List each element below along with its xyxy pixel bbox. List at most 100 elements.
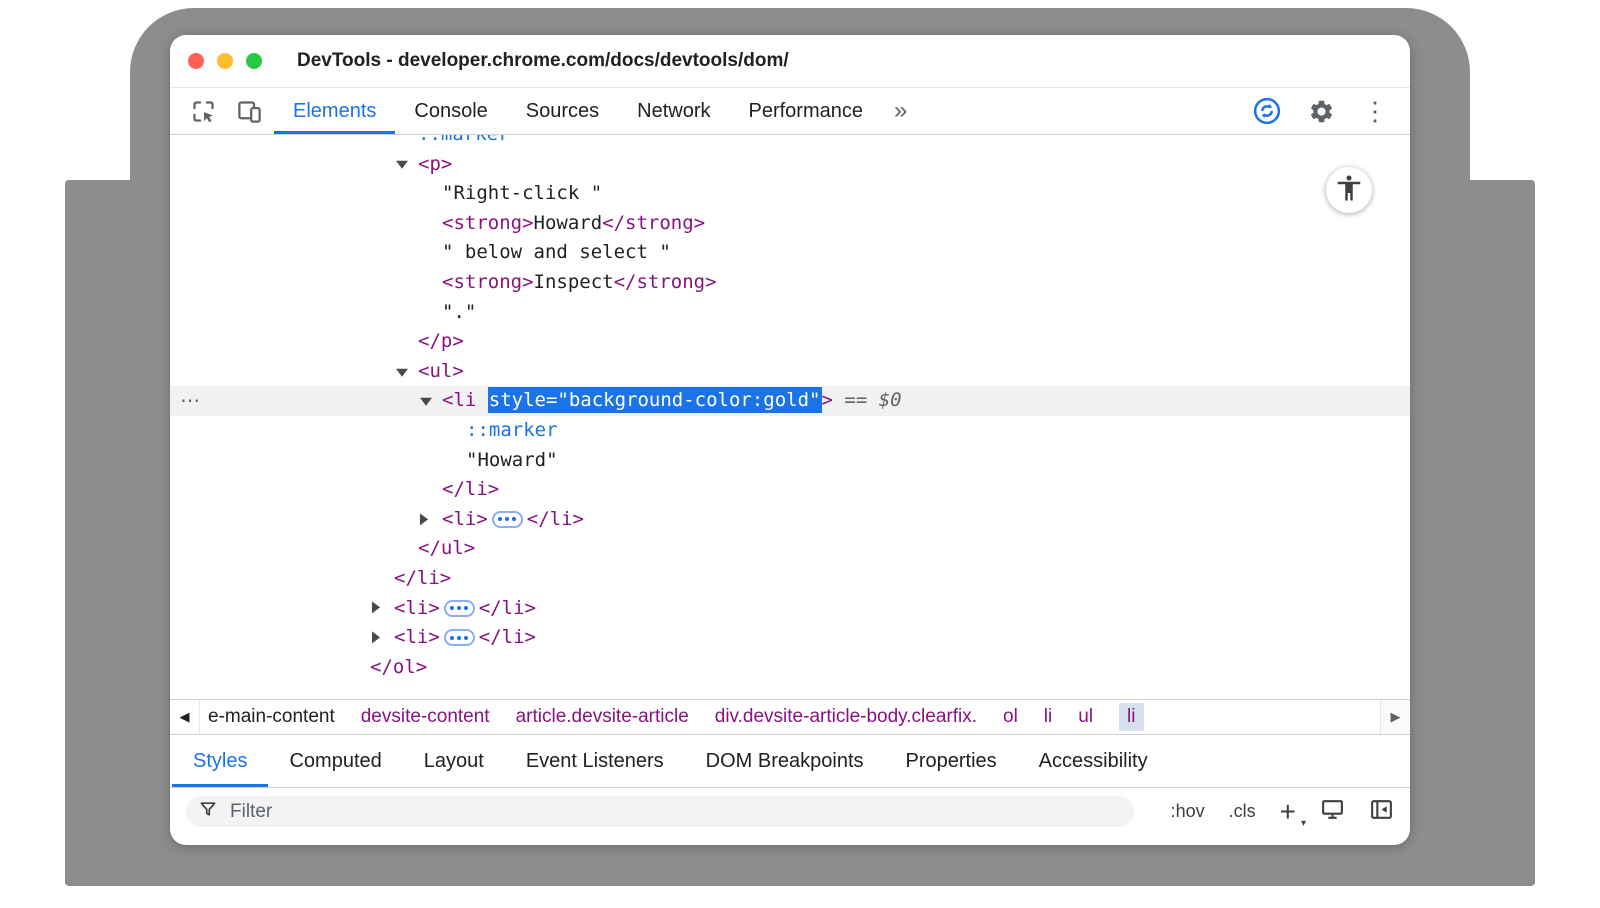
breadcrumb-items: e-main-content devsite-content article.dev…	[200, 703, 1380, 731]
breadcrumb-item[interactable]: devsite-content	[361, 706, 490, 728]
device-toolbar-icon[interactable]	[232, 94, 266, 128]
dom-line[interactable]: </p>	[170, 327, 1410, 357]
dom-token-dim: ==	[833, 389, 879, 411]
breadcrumb: ◀ e-main-content devsite-content article.d…	[170, 699, 1410, 735]
settings-gear-icon[interactable]	[1304, 94, 1338, 128]
row-overflow-icon[interactable]: ⋯	[180, 386, 200, 416]
dom-token-text: Inspect	[534, 271, 614, 293]
styles-tab-event-listeners[interactable]: Event Listeners	[505, 735, 685, 787]
dom-token-text: "Howard"	[466, 449, 558, 471]
styles-filter-pill[interactable]	[186, 796, 1134, 827]
new-style-rule-button[interactable]: +▾	[1280, 798, 1296, 826]
dom-token-tag: </ol>	[370, 656, 427, 678]
dom-token-tag: <strong>	[442, 212, 534, 234]
dom-line[interactable]: "Howard"	[170, 446, 1410, 476]
panel-tabs: ElementsConsoleSourcesNetworkPerformance	[274, 88, 882, 134]
dom-line[interactable]: <strong>Howard</strong>	[170, 209, 1410, 239]
dom-line-selected[interactable]: ⋯<li style="background-color:gold"> == $…	[170, 386, 1410, 416]
breadcrumb-item-selected[interactable]: li	[1119, 703, 1143, 731]
tab-elements[interactable]: Elements	[274, 88, 395, 134]
expand-arrow-open-icon[interactable]	[396, 368, 408, 376]
dom-line[interactable]: <li> </li>	[170, 505, 1410, 535]
breadcrumb-item[interactable]: ul	[1078, 706, 1093, 728]
styles-tab-computed[interactable]: Computed	[268, 735, 402, 787]
styles-tab-properties[interactable]: Properties	[885, 735, 1018, 787]
dom-line[interactable]: "Right-click "	[170, 179, 1410, 209]
dom-line[interactable]: <li> </li>	[170, 623, 1410, 653]
dom-token-text: "Right-click "	[442, 182, 602, 204]
dom-line[interactable]: ::marker	[170, 135, 1410, 150]
dom-token-tag: <p>	[418, 153, 452, 175]
tab-sources[interactable]: Sources	[507, 88, 618, 134]
inline-expand-button[interactable]	[444, 600, 475, 617]
dom-token-tag: <ul>	[418, 360, 464, 382]
dom-token-tag: >	[822, 389, 833, 411]
styles-tab-dom-breakpoints[interactable]: DOM Breakpoints	[685, 735, 885, 787]
styles-tab-styles[interactable]: Styles	[172, 735, 268, 787]
filter-funnel-icon	[198, 799, 218, 824]
dom-token-tag: </ul>	[418, 537, 475, 559]
toggle-hover-state-button[interactable]: :hov	[1171, 801, 1205, 822]
inline-expand-button[interactable]	[492, 511, 523, 528]
breadcrumb-item[interactable]: li	[1044, 706, 1052, 728]
sidebar-toggle-icon[interactable]	[1369, 797, 1394, 827]
dom-line[interactable]: " below and select "	[170, 238, 1410, 268]
dom-line[interactable]: </li>	[170, 564, 1410, 594]
styles-filter-input[interactable]	[228, 800, 1122, 824]
zoom-button[interactable]	[246, 53, 262, 69]
close-button[interactable]	[188, 53, 204, 69]
dom-token-flag: $0	[879, 389, 902, 411]
more-tabs-icon[interactable]: »	[882, 88, 919, 134]
breadcrumb-item[interactable]: ol	[1003, 706, 1018, 728]
dom-line[interactable]: <li></li>	[170, 594, 1410, 624]
kebab-menu-icon[interactable]: ⋮	[1358, 94, 1392, 128]
toolbar-left-icons	[170, 88, 274, 134]
breadcrumb-item[interactable]: article.devsite-article	[516, 706, 689, 728]
toggle-classes-button[interactable]: .cls	[1229, 801, 1256, 822]
breadcrumb-item[interactable]: e-main-content	[208, 706, 335, 728]
dom-line[interactable]: </li>	[170, 475, 1410, 505]
styles-tab-layout[interactable]: Layout	[403, 735, 505, 787]
dom-token-pseudo: ::marker	[418, 135, 510, 145]
devtools-toolbar: ElementsConsoleSourcesNetworkPerformance…	[170, 88, 1410, 135]
dom-token-tag: <li>	[442, 508, 488, 530]
expand-arrow-closed-icon[interactable]	[372, 602, 380, 614]
dom-token-tag: <li>	[394, 626, 440, 648]
dom-line[interactable]: "."	[170, 298, 1410, 328]
dom-line[interactable]: ::marker	[170, 416, 1410, 446]
minimize-button[interactable]	[217, 53, 233, 69]
expand-arrow-open-icon[interactable]	[396, 161, 408, 169]
dom-token-tag: </strong>	[602, 212, 705, 234]
styles-pane-tabs: StylesComputedLayoutEvent ListenersDOM B…	[170, 735, 1410, 788]
dom-line[interactable]: <strong>Inspect</strong>	[170, 268, 1410, 298]
expand-arrow-closed-icon[interactable]	[372, 631, 380, 643]
titlebar: DevTools - developer.chrome.com/docs/dev…	[170, 35, 1410, 88]
dom-token-tag: </li>	[394, 567, 451, 589]
dom-token-sel: style="background-color:gold"	[488, 387, 822, 413]
tab-performance[interactable]: Performance	[730, 88, 883, 134]
styles-filter-controls: :hov .cls +▾	[1171, 797, 1394, 827]
dom-line[interactable]: </ol>	[170, 653, 1410, 683]
styles-tab-accessibility[interactable]: Accessibility	[1018, 735, 1169, 787]
dom-token-tag: </li>	[479, 626, 536, 648]
tab-network[interactable]: Network	[618, 88, 729, 134]
accessibility-fab[interactable]	[1326, 167, 1372, 213]
tab-console[interactable]: Console	[395, 88, 506, 134]
breadcrumb-item[interactable]: div.devsite-article-body.clearfix.	[715, 706, 977, 728]
dom-line[interactable]: </ul>	[170, 534, 1410, 564]
expand-arrow-open-icon[interactable]	[420, 398, 432, 406]
inline-expand-button[interactable]	[444, 629, 475, 646]
dom-token-tag: </li>	[442, 478, 499, 500]
dom-line[interactable]: <ul>	[170, 357, 1410, 387]
sync-icon[interactable]	[1250, 94, 1284, 128]
window-title: DevTools - developer.chrome.com/docs/dev…	[297, 50, 789, 72]
expand-arrow-closed-icon[interactable]	[420, 513, 428, 525]
dom-token-tag: </li>	[527, 508, 584, 530]
inspect-element-icon[interactable]	[186, 94, 220, 128]
dom-token-text: "."	[442, 301, 476, 323]
dom-line[interactable]: <p>	[170, 150, 1410, 180]
crumb-scroll-right-icon[interactable]: ▶	[1380, 700, 1410, 734]
accessibility-person-icon	[1334, 173, 1364, 208]
rendering-emulation-icon[interactable]	[1320, 797, 1345, 827]
crumb-scroll-left-icon[interactable]: ◀	[170, 700, 200, 734]
